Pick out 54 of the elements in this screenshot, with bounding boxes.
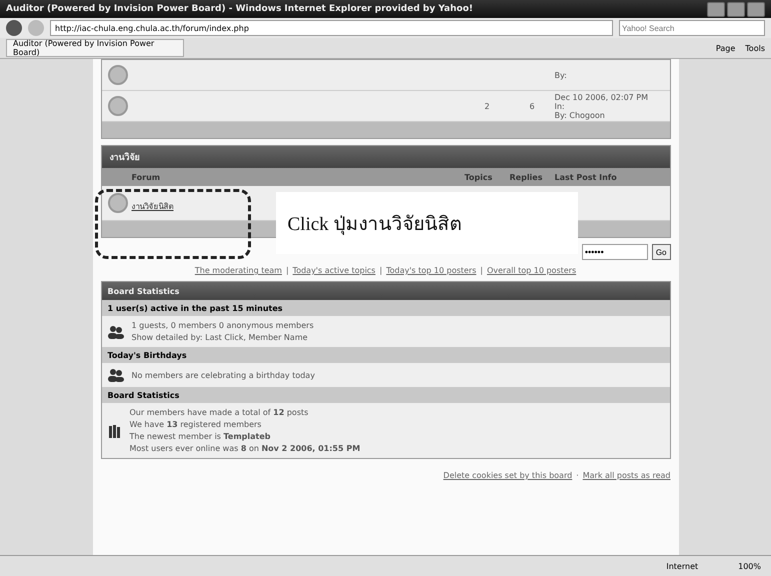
replies-count: 6 [528, 102, 536, 110]
stats-text: The newest member is Templateb [130, 432, 272, 441]
last-post-text: In: [554, 102, 566, 110]
minimize-button[interactable] [707, 2, 725, 16]
column-header: Replies [510, 172, 544, 182]
panel-title: Board Statistics [102, 282, 670, 300]
back-button[interactable] [6, 20, 22, 36]
topics-count: 2 [483, 102, 491, 110]
category-title: งานวิจัย [102, 146, 670, 168]
column-header: Topics [464, 172, 494, 182]
section-heading: Board Statistics [102, 387, 670, 403]
separator: | [480, 266, 483, 275]
users-icon [108, 368, 124, 382]
quick-link[interactable]: Today's top 10 posters [386, 266, 476, 275]
stats-text: Most users ever online was 8 on Nov 2 2006, 01:55 PM [130, 444, 360, 453]
go-button[interactable]: Go [652, 244, 670, 260]
quick-link[interactable]: The moderating team [194, 266, 282, 275]
last-post-text: Dec 10 2006, 02:07 PM [554, 92, 650, 102]
stats-text: No members are celebrating a birthday today [132, 370, 315, 380]
separator: | [379, 266, 382, 275]
command-menu[interactable]: Tools [745, 44, 765, 52]
window-title: Auditor (Powered by Invision Power Board) - Windows Internet Explorer provided by Yahoo! [6, 4, 473, 14]
quick-link[interactable]: Overall top 10 posters [486, 266, 576, 275]
column-header: Forum [132, 172, 162, 182]
forum-status-icon [108, 193, 128, 213]
quick-link[interactable]: Today's active topics [292, 266, 376, 275]
close-button[interactable] [747, 2, 765, 16]
zoom-level[interactable]: 100% [738, 562, 761, 570]
maximize-button[interactable] [727, 2, 745, 16]
stats-text: Our members have made a total of 12 posts [130, 408, 310, 417]
column-header: Last Post Info [554, 172, 618, 182]
section-heading: Today's Birthdays [102, 347, 670, 363]
section-heading: 1 user(s) active in the past 15 minutes [102, 300, 670, 316]
users-icon [108, 324, 124, 338]
last-post-text: By: [554, 70, 568, 80]
browser-tab[interactable]: Auditor (Powered by Invision Power Board) [6, 39, 184, 57]
stats-text: We have 13 registered members [130, 420, 262, 429]
footer-link[interactable]: Mark all posts as read [582, 471, 670, 480]
forum-status-icon [108, 65, 128, 85]
address-field[interactable]: http://iac-chula.eng.chula.ac.th/forum/index.php [50, 20, 613, 36]
forum-link[interactable]: งานวิจัยนิสิต [132, 202, 174, 210]
separator: · [576, 471, 579, 480]
footer-link[interactable]: Delete cookies set by this board [443, 471, 572, 480]
password-field[interactable]: •••••• [582, 244, 648, 260]
search-field[interactable]: Yahoo! Search [619, 20, 765, 36]
command-menu[interactable]: Page [716, 44, 736, 52]
zone-text: Internet [666, 562, 698, 570]
last-post-text: By: Chogoon [554, 110, 606, 120]
stats-text: Show detailed by: Last Click, Member Name [132, 333, 309, 342]
books-icon [108, 424, 122, 438]
separator: | [286, 266, 289, 275]
forum-status-icon [108, 96, 128, 116]
stats-text: 1 guests, 0 members 0 anonymous members [132, 321, 314, 330]
callout-text: Click ปุ่มงานวิจัยนิสิต [288, 213, 462, 237]
